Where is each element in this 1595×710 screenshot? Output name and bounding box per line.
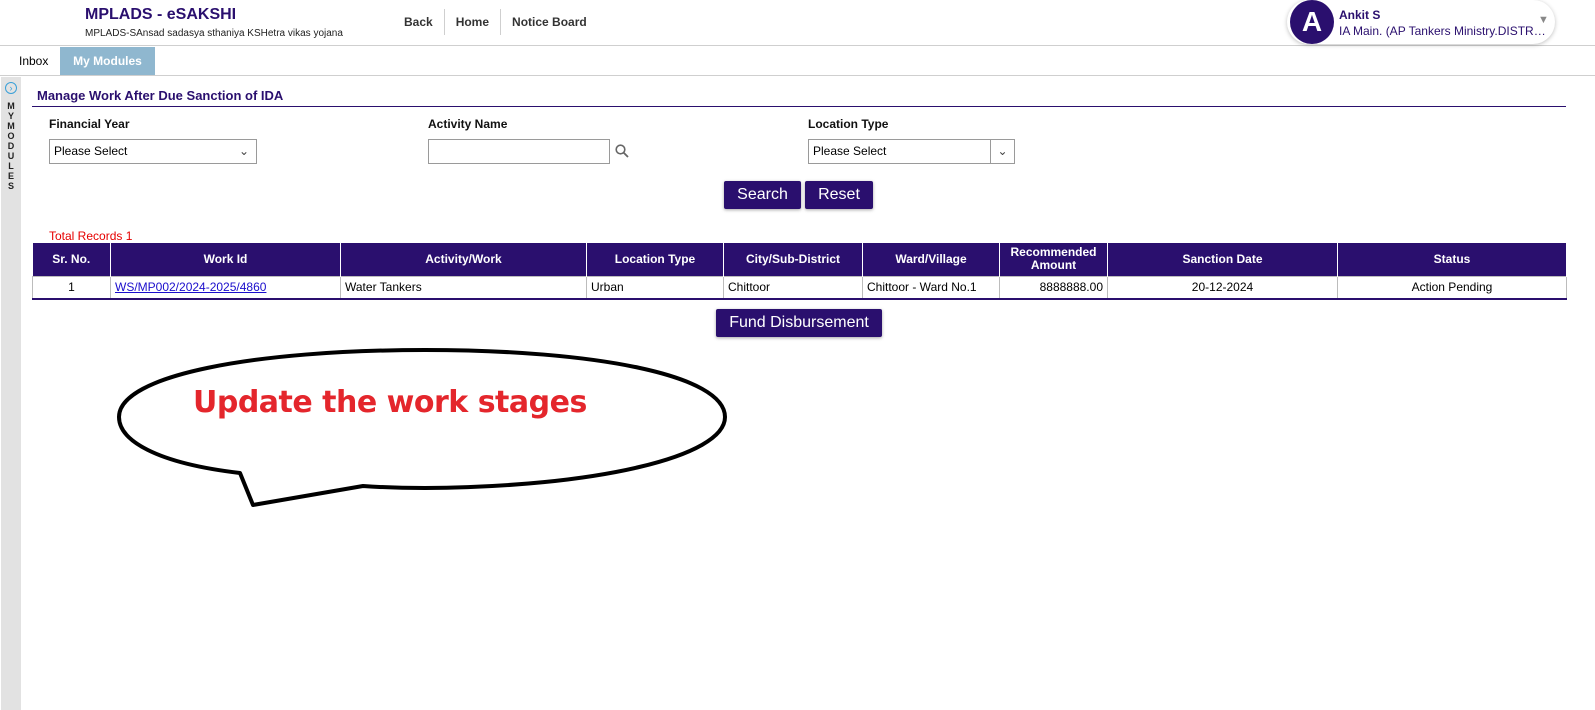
brand-subtitle: MPLADS-SAnsad sadasya sthaniya KSHetra v… <box>85 28 343 39</box>
reset-button[interactable]: Reset <box>805 181 873 209</box>
tab-inbox[interactable]: Inbox <box>6 47 62 75</box>
search-icon[interactable] <box>615 144 629 158</box>
total-records: Total Records 1 <box>49 229 132 243</box>
results-table: Sr. No. Work Id Activity/Work Location T… <box>32 243 1567 300</box>
page-title: Manage Work After Due Sanction of IDA <box>37 88 284 103</box>
cell-ward: Chittoor - Ward No.1 <box>862 275 1000 300</box>
nav-notice-board-link[interactable]: Notice Board <box>501 9 598 35</box>
total-records-count: 1 <box>125 229 133 243</box>
financial-year-value: Please Select <box>54 144 128 158</box>
nav-back-link[interactable]: Back <box>393 9 444 35</box>
location-type-value: Please Select <box>813 144 887 158</box>
title-divider <box>32 106 1566 107</box>
column-header-location-type[interactable]: Location Type <box>586 243 724 276</box>
app-header: MPLADS - eSAKSHI MPLADS-SAnsad sadasya s… <box>0 0 1595 46</box>
column-header-amount[interactable]: Recommended Amount <box>999 243 1108 276</box>
location-type-select[interactable]: Please Select ⌄ <box>808 139 1015 164</box>
work-id-link[interactable]: WS/MP002/2024-2025/4860 <box>115 280 266 294</box>
cell-status: Action Pending <box>1337 275 1567 300</box>
side-panel-label: M Y M O D U L E S <box>7 101 15 191</box>
location-type-label: Location Type <box>808 117 889 131</box>
column-header-activity[interactable]: Activity/Work <box>340 243 587 276</box>
expand-panel-icon[interactable]: › <box>5 82 17 94</box>
avatar: A <box>1290 0 1334 44</box>
search-button[interactable]: Search <box>724 181 801 209</box>
module-tabs: Inbox My Modules <box>0 47 1595 76</box>
activity-name-label: Activity Name <box>428 117 508 131</box>
user-menu[interactable]: A Ankit S IA Main. (AP Tankers Ministry.… <box>1287 0 1555 44</box>
nav-home-link[interactable]: Home <box>445 9 500 35</box>
user-role: IA Main. (AP Tankers Ministry.DISTRICT <box>1339 24 1549 38</box>
callout-text: Update the work stages <box>193 385 587 420</box>
fund-disbursement-button[interactable]: Fund Disbursement <box>716 309 882 337</box>
cell-location-type: Urban <box>586 275 724 300</box>
chevron-down-icon[interactable]: ▼ <box>1538 14 1549 26</box>
column-header-work-id[interactable]: Work Id <box>110 243 341 276</box>
column-header-status[interactable]: Status <box>1337 243 1567 276</box>
column-header-sanction-date[interactable]: Sanction Date <box>1107 243 1338 276</box>
financial-year-select[interactable]: Please Select ⌄ <box>49 139 257 164</box>
tab-my-modules[interactable]: My Modules <box>60 47 155 75</box>
chevron-down-icon: ⌄ <box>990 140 1014 163</box>
brand-title: MPLADS - eSAKSHI <box>85 6 237 23</box>
column-header-sr-no[interactable]: Sr. No. <box>32 243 111 276</box>
column-header-ward[interactable]: Ward/Village <box>862 243 1000 276</box>
column-header-city[interactable]: City/Sub-District <box>723 243 863 276</box>
speech-bubble-callout <box>117 348 727 507</box>
table-header-row: Sr. No. Work Id Activity/Work Location T… <box>32 243 1567 276</box>
cell-work-id: WS/MP002/2024-2025/4860 <box>110 275 341 300</box>
chevron-down-icon: ⌄ <box>238 144 250 158</box>
total-records-label: Total Records <box>49 229 123 243</box>
financial-year-label: Financial Year <box>49 117 130 131</box>
cell-sanction-date: 20-12-2024 <box>1107 275 1338 300</box>
user-name: Ankit S <box>1339 8 1381 22</box>
cell-amount: 8888888.00 <box>999 275 1108 300</box>
top-nav: Back Home Notice Board <box>393 9 598 35</box>
cell-sr-no: 1 <box>32 275 111 300</box>
table-row: 1 WS/MP002/2024-2025/4860 Water Tankers … <box>32 275 1567 300</box>
activity-name-input[interactable] <box>428 139 610 164</box>
cell-city: Chittoor <box>723 275 863 300</box>
cell-activity: Water Tankers <box>340 275 587 300</box>
